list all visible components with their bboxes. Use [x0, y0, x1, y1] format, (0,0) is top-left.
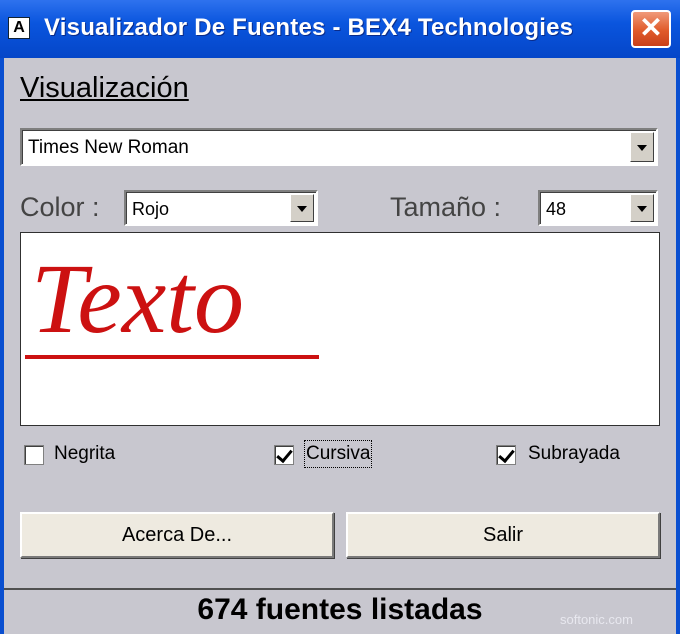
- app-icon: A: [8, 17, 30, 39]
- window-title: Visualizador De Fuentes - BEX4 Technolog…: [44, 14, 574, 41]
- status-bar: 674 fuentes listadas: [4, 588, 676, 634]
- bold-checkbox[interactable]: [24, 445, 44, 465]
- close-button[interactable]: ✕: [631, 10, 671, 48]
- color-label: Color :: [20, 192, 100, 222]
- section-title: Visualización: [20, 72, 189, 104]
- preview-text: Texto: [31, 243, 244, 354]
- size-select-dropdown-button[interactable]: [630, 194, 654, 222]
- about-button[interactable]: Acerca De...: [20, 512, 334, 558]
- underline-checkbox-label[interactable]: Subrayada: [528, 442, 620, 466]
- size-select-value: 48: [546, 199, 567, 219]
- bold-checkbox-label[interactable]: Negrita: [54, 442, 115, 466]
- color-select-value: Rojo: [132, 199, 170, 219]
- chevron-down-icon: [637, 145, 647, 151]
- color-select[interactable]: Rojo: [124, 190, 318, 226]
- title-bar[interactable]: A Visualizador De Fuentes - BEX4 Technol…: [0, 0, 680, 58]
- checkmark-icon: [276, 445, 293, 464]
- italic-checkbox-label[interactable]: Cursiva: [303, 440, 373, 468]
- italic-checkbox[interactable]: [274, 445, 294, 465]
- font-select-dropdown-button[interactable]: [630, 132, 654, 162]
- preview-underline: [25, 355, 319, 359]
- checkmark-icon: [498, 445, 515, 464]
- size-label: Tamaño :: [390, 192, 502, 222]
- font-select-value: Times New Roman: [28, 137, 189, 158]
- size-select[interactable]: 48: [538, 190, 658, 226]
- chevron-down-icon: [637, 206, 647, 212]
- exit-button[interactable]: Salir: [346, 512, 660, 558]
- font-preview: Texto: [20, 232, 660, 426]
- color-select-dropdown-button[interactable]: [290, 194, 314, 222]
- watermark: softonic.com: [560, 612, 633, 627]
- chevron-down-icon: [297, 206, 307, 212]
- font-select[interactable]: Times New Roman: [20, 128, 658, 166]
- underline-checkbox[interactable]: [496, 445, 516, 465]
